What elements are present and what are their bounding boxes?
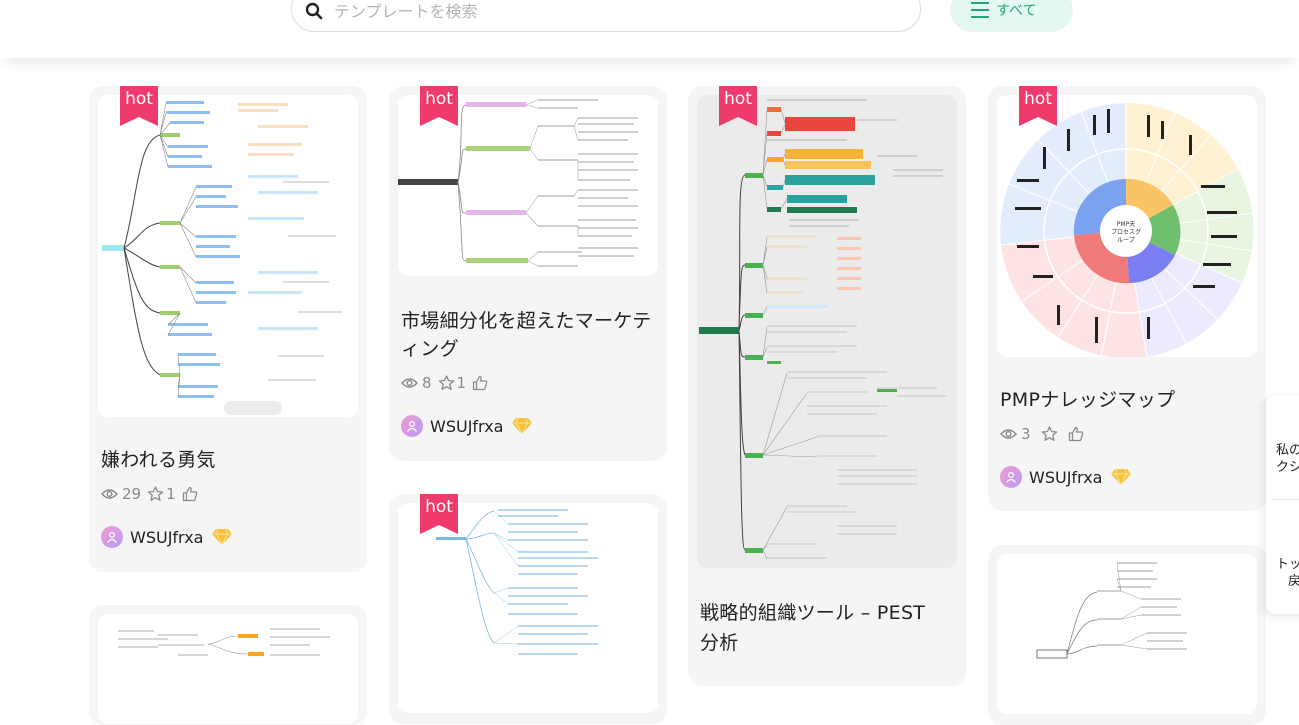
search-icon: [305, 2, 323, 24]
card-title-line2: 分析: [700, 632, 739, 654]
side-panel-item-my-line1: 私の: [1276, 443, 1299, 458]
card-title: 嫌われる勇気: [101, 449, 216, 471]
header-bar: すべて: [0, 0, 1299, 58]
search-box[interactable]: [291, 0, 921, 32]
hot-badge-label: hot: [425, 497, 453, 517]
thumbs-up-icon[interactable]: [472, 375, 488, 391]
author-name: WSUJfrxa: [430, 416, 504, 436]
mindmap-thumbnail: [997, 554, 1257, 714]
filter-all-button[interactable]: すべて: [950, 0, 1073, 32]
hot-badge: hot: [120, 86, 158, 126]
mindmap-thumbnail: [398, 503, 658, 713]
author-info[interactable]: WSUJfrxa: [401, 413, 533, 439]
side-panel-item-top-line1: トッ: [1276, 557, 1299, 572]
side-panel-item-top-line2: 戻: [1288, 574, 1299, 589]
diamond-badge-icon: [212, 528, 233, 546]
template-card[interactable]: [988, 545, 1266, 725]
eye-icon: [1000, 429, 1017, 439]
eye-icon: [401, 378, 418, 388]
diamond-badge-icon: [1111, 468, 1132, 486]
wheel-diagram-thumbnail: PMP天 プロセスグ ループ: [997, 95, 1257, 357]
eye-icon: [101, 489, 118, 499]
template-card[interactable]: hot: [89, 86, 367, 572]
floating-side-panel: 私の クシ トッ 戻: [1266, 396, 1299, 614]
card-stats: 29 1: [101, 484, 204, 504]
author-name: WSUJfrxa: [130, 527, 204, 547]
card-title-line1: 戦略的組織ツール – PEST: [700, 602, 926, 624]
wheel-center-label-3: ループ: [1117, 237, 1135, 244]
hot-badge: hot: [719, 86, 757, 126]
hot-badge: hot: [420, 494, 458, 534]
filter-label: すべて: [996, 3, 1037, 19]
author-name: WSUJfrxa: [1029, 467, 1103, 487]
mindmap-thumbnail: [697, 95, 957, 568]
hot-badge: hot: [420, 86, 458, 126]
star-count: 1: [166, 485, 176, 503]
avatar: [1000, 466, 1022, 488]
side-panel-item-my[interactable]: 私の クシ: [1276, 442, 1299, 476]
mindmap-thumbnail: [98, 95, 358, 417]
avatar: [401, 415, 423, 437]
view-count: 3: [1021, 425, 1031, 443]
template-card[interactable]: hot 市場細分化を超えたマーケテ ィング 8 1 WSUJfrxa: [389, 86, 667, 461]
side-panel-item-my-line2: クシ: [1276, 460, 1299, 475]
view-count: 29: [122, 485, 142, 503]
hot-badge-label: hot: [724, 89, 752, 109]
card-stats: 8 1: [401, 373, 494, 393]
mindmap-thumbnail: [98, 614, 358, 724]
star-icon[interactable]: [1041, 426, 1058, 442]
side-panel-divider: [1272, 499, 1299, 500]
hot-badge-label: hot: [1024, 89, 1052, 109]
side-panel-item-back-to-top[interactable]: トッ 戻: [1276, 556, 1299, 590]
wheel-center-label-2: プロセスグ: [1111, 228, 1141, 236]
star-count: 1: [456, 374, 467, 392]
star-icon[interactable]: [147, 486, 164, 502]
star-icon[interactable]: [438, 375, 455, 391]
card-stats: 3: [1000, 424, 1090, 444]
search-input[interactable]: [332, 0, 896, 23]
hot-badge-label: hot: [125, 89, 153, 109]
card-title-line2: ィング: [401, 338, 459, 360]
card-title: PMPナレッジマップ: [1000, 389, 1176, 411]
avatar: [101, 526, 123, 548]
template-card[interactable]: hot 戦略的組織ツール – PEST 分析: [688, 86, 966, 686]
thumbs-up-icon[interactable]: [1068, 426, 1084, 442]
menu-lines-icon: [971, 2, 989, 22]
template-card[interactable]: hot: [988, 86, 1266, 511]
hot-badge: hot: [1019, 86, 1057, 126]
template-card[interactable]: hot: [389, 494, 667, 724]
wheel-center-label-1: PMP天: [1117, 221, 1135, 228]
view-count: 8: [422, 374, 432, 392]
diamond-badge-icon: [512, 417, 533, 435]
hot-badge-label: hot: [425, 89, 453, 109]
author-info[interactable]: WSUJfrxa: [101, 524, 233, 550]
author-info[interactable]: WSUJfrxa: [1000, 464, 1132, 490]
thumbs-up-icon[interactable]: [182, 486, 198, 502]
template-card[interactable]: [89, 605, 367, 725]
